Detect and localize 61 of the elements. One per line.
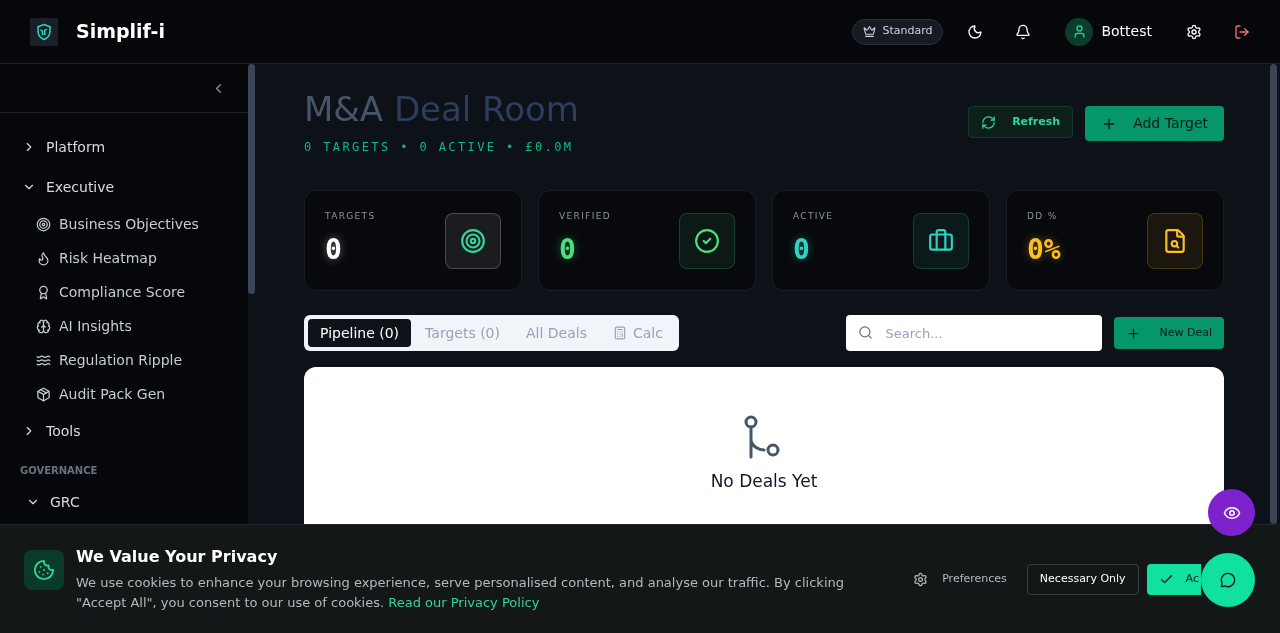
- settings-icon[interactable]: [1186, 23, 1202, 40]
- chat-icon: [1220, 572, 1236, 588]
- sidebar-item[interactable]: Compliance Score: [0, 275, 248, 309]
- logout-icon[interactable]: [1234, 23, 1250, 40]
- stat-label: ACTIVE: [793, 209, 834, 223]
- stat-value: 0%: [1027, 232, 1061, 269]
- necessary-only-button[interactable]: Necessary Only: [1026, 563, 1139, 595]
- brand-name: Simplif-i: [76, 19, 165, 45]
- sidebar-item[interactable]: Risk Heatmap: [0, 241, 248, 275]
- stat-label: TARGETS: [325, 209, 376, 223]
- search-field[interactable]: Search...: [846, 315, 1103, 351]
- brain-icon: [36, 318, 51, 334]
- stat-label: DD %: [1027, 209, 1059, 223]
- accept-button[interactable]: Ac: [1146, 563, 1201, 595]
- stat-value: 0: [559, 232, 577, 269]
- sidebar-item[interactable]: AI Insights: [0, 309, 248, 343]
- stat-value: 0: [793, 232, 811, 269]
- section-label: GOVERNANCE: [19, 464, 99, 478]
- cookie-glyph-icon: [33, 559, 55, 581]
- preferences-button[interactable]: Preferences: [913, 570, 1007, 588]
- privacy-link[interactable]: Read our Privacy Policy: [388, 595, 540, 610]
- cookie-title: We Value Your Privacy: [76, 546, 279, 568]
- briefcase-icon: [913, 212, 969, 269]
- user-icon: [1071, 24, 1087, 39]
- search-icon: [858, 325, 874, 340]
- avatar-icon[interactable]: [1065, 17, 1094, 46]
- plan-badge[interactable]: Standard: [852, 18, 944, 45]
- cookie-text: We use cookies to enhance your browsing experience, serve personalised content, and analyse our traffic. By clicking "Accept All", you consent to our use of cookies. Read our Privacy Policy: [76, 574, 845, 612]
- page-subtitle: 0 TARGETS • 0 ACTIVE • £0.0M: [304, 139, 575, 156]
- package-icon: [36, 386, 51, 402]
- sidebar-group[interactable]: Tools: [0, 411, 248, 451]
- moon-icon[interactable]: [967, 23, 984, 40]
- add-target-button[interactable]: Add Target: [1085, 106, 1224, 141]
- target-icon: [36, 216, 51, 232]
- user-name[interactable]: Bottest: [1101, 21, 1152, 42]
- refresh-button[interactable]: Refresh: [968, 106, 1074, 138]
- page-title: M&A Deal Room: [304, 88, 579, 130]
- logo-icon: [30, 17, 58, 46]
- target-icon: [445, 212, 501, 269]
- sidebar-item[interactable]: Audit Pack Gen: [0, 377, 248, 411]
- scrollbar-thumb[interactable]: [1270, 64, 1277, 524]
- file-search-icon: [1147, 212, 1203, 269]
- sidebar-group[interactable]: Platform: [0, 127, 248, 167]
- sidebar-group[interactable]: GRC: [0, 486, 248, 518]
- scrollbar-thumb[interactable]: [248, 64, 255, 294]
- refresh-icon: [981, 114, 997, 130]
- bell-icon[interactable]: [1015, 23, 1032, 40]
- crown-icon: [863, 25, 877, 38]
- flame-icon: [36, 250, 51, 266]
- stat-value: 0: [325, 232, 343, 269]
- plus-icon: [1126, 325, 1142, 341]
- award-icon: [36, 284, 51, 300]
- sidebar-item[interactable]: Regulation Ripple: [0, 343, 248, 377]
- sidebar-item[interactable]: Business Objectives: [0, 207, 248, 241]
- calculator-icon: [612, 326, 627, 340]
- stat-label: VERIFIED: [559, 209, 611, 223]
- settings-icon: [913, 571, 929, 587]
- empty-title: No Deals Yet: [710, 470, 818, 493]
- tab[interactable]: Pipeline (0): [308, 319, 412, 347]
- sidebar-group[interactable]: Executive: [0, 167, 248, 207]
- new-deal-button[interactable]: New Deal: [1114, 317, 1224, 349]
